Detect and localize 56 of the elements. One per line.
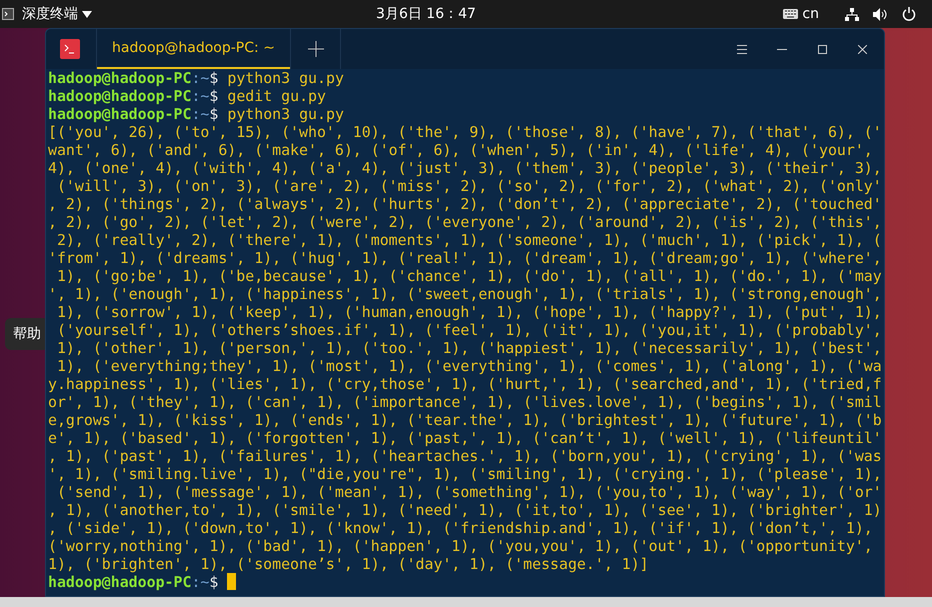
command-text: gedit gu.py	[227, 87, 326, 105]
output-line: ('will', 3), ('on', 3), ('are', 2), ('miss', 2), ('so', 2), ('for', 2), ('what', 2), ('only'	[56, 177, 882, 195]
prompt-user: hadoop@hadoop-PC	[48, 69, 192, 87]
output-line: , 1), ('another,to', 1), ('smile', 1), ('need', 1), ('it,to', 1), ('see', 1), ('brighter', 1)	[48, 501, 882, 519]
output-line: e', 1), ('based', 1), ('forgotten', 1), ('past,', 1), ('can’t', 1), ('well', 1), ('lifeuntil'	[48, 429, 882, 447]
terminal-tab[interactable]: hadoop@hadoop-PC: ~	[97, 29, 290, 69]
output-line: ('yourself', 1), ('others’shoes.if', 1), ('feel', 1), ('it', 1), ('you,it', 1), ('probably',	[56, 321, 882, 339]
output-line: or', 1), ('they', 1), ('can', 1), ('importance', 1), ('lives.love', 1), ('begins', 1), ('smil	[48, 393, 882, 411]
output-line: 'from', 1), ('dreams', 1), ('hug', 1), ('real!', 1), ('dream', 1), ('dream;go', 1), ('where',	[48, 249, 882, 267]
output-line: 1), ('sorrow', 1), ('keep', 1), ('human,enough', 1), ('hope', 1), ('happy?', 1), ('put', 1),	[56, 303, 882, 321]
output-line: ', 1), ('smiling.live', 1), ("die,you're", 1), ('smiling', 1), ('crying.', 1), ('please', 1),	[48, 465, 882, 483]
output-line: 1), ('other', 1), ('person,', 1), ('too.', 1), ('happiest', 1), ('necessarily', 1), ('best',	[56, 339, 882, 357]
prompt-path: :~	[191, 573, 210, 591]
keyboard-layout[interactable]: cn	[802, 4, 819, 24]
caret-icon[interactable]	[82, 10, 92, 18]
output-line: y.happiness', 1), ('lies', 1), ('cry,those', 1), ('hurt,', 1), ('searched,and', 1), ('tried,f	[48, 375, 882, 393]
minimize-icon	[777, 48, 787, 50]
output-line: , 2), ('things', 2), ('always', 2), ('hurts', 2), ('don’t', 2), ('appreciate', 2), ('touched'	[48, 195, 882, 213]
app-name[interactable]: 深度终端	[22, 4, 78, 24]
output-line: ', 1), ('enough', 1), ('happiness', 1), ('sweet,enough', 1), ('trials', 1), ('strong,enough',	[48, 285, 882, 303]
close-icon	[858, 44, 866, 54]
power-icon[interactable]	[902, 7, 916, 21]
output-line: , ('side', 1), ('down,to', 1), ('know', 1), ('friendship.and', 1), ('if', 1), ('don’t,', 1),	[48, 519, 873, 537]
menu-icon	[737, 44, 747, 54]
terminal-icon[interactable]	[2, 8, 14, 20]
prompt-user: hadoop@hadoop-PC	[48, 105, 192, 123]
prompt-symbol: $	[209, 573, 218, 591]
prompt-symbol: $	[209, 69, 218, 87]
prompt-symbol: $	[209, 105, 218, 123]
volume-icon[interactable]	[873, 8, 887, 20]
output-line: e,grows', 1), ('kiss', 1), ('ends', 1), ('tear.the', 1), ('brightest', 1), ('future', 1), ('b	[48, 411, 882, 429]
clock[interactable]: 3月6日 16：47	[376, 4, 476, 24]
maximize-icon	[818, 44, 826, 54]
output-line: 2), ('really', 2), ('there', 1), ('moments', 1), ('someone', 1), ('much', 1), ('pick', 1), (	[56, 231, 882, 249]
prompt-symbol: $	[209, 87, 218, 105]
output-line: ('send', 1), ('message', 1), ('mean', 1), ('something', 1), ('you,to', 1), ('way', 1), ('or'	[56, 483, 882, 501]
prompt-user: hadoop@hadoop-PC	[48, 87, 192, 105]
command-text: python3 gu.py	[227, 69, 344, 87]
output-line: 4), ('one', 4), ('with', 4), ('a', 4), ('just', 3), ('them', 3), ('people', 3), ('their', 3),	[48, 159, 882, 177]
prompt-path: :~	[191, 87, 210, 105]
network-icon[interactable]	[845, 8, 859, 20]
output-line: 1), ('go;be', 1), ('be,because', 1), ('chance', 1), ('do', 1), ('all', 1), ('do.', 1), ('may	[56, 267, 882, 285]
command-text: python3 gu.py	[227, 105, 344, 123]
prompt-path: :~	[191, 69, 210, 87]
output-line: , 2), ('go', 2), ('let', 2), ('were', 2), ('everyone', 2), ('around', 2), ('is', 2), ('this',	[48, 213, 882, 231]
plus-icon	[308, 41, 324, 57]
output-line: 1), ('brighten', 1), ('someone’s', 1), ('day', 1), ('message.', 1)]	[48, 555, 649, 573]
terminal-icon[interactable]	[60, 39, 80, 59]
prompt-path: :~	[191, 105, 210, 123]
keyboard-icon[interactable]	[783, 9, 798, 19]
output-line: [('you', 26), ('to', 15), ('who', 10), ('the', 9), ('those', 8), ('have', 7), ('that', 6), ('	[48, 123, 882, 141]
output-line: 1), ('everything;they', 1), ('most', 1), ('everything', 1), ('comes', 1), ('along', 1), ('wa	[56, 357, 882, 375]
prompt-user: hadoop@hadoop-PC	[48, 573, 192, 591]
output-line: want', 6), ('and', 6), ('make', 6), ('of', 6), ('when', 5), ('in', 4), ('life', 4), ('your',	[48, 141, 873, 159]
output-line: , 1), ('past', 1), ('failures', 1), ('heartaches.', 1), ('born,you', 1), ('crying', 1), ('was	[48, 447, 882, 465]
output-line: ('worry,nothing', 1), ('bad', 1), ('happen', 1), ('you,you', 1), ('out', 1), ('opportunity',	[48, 537, 873, 555]
